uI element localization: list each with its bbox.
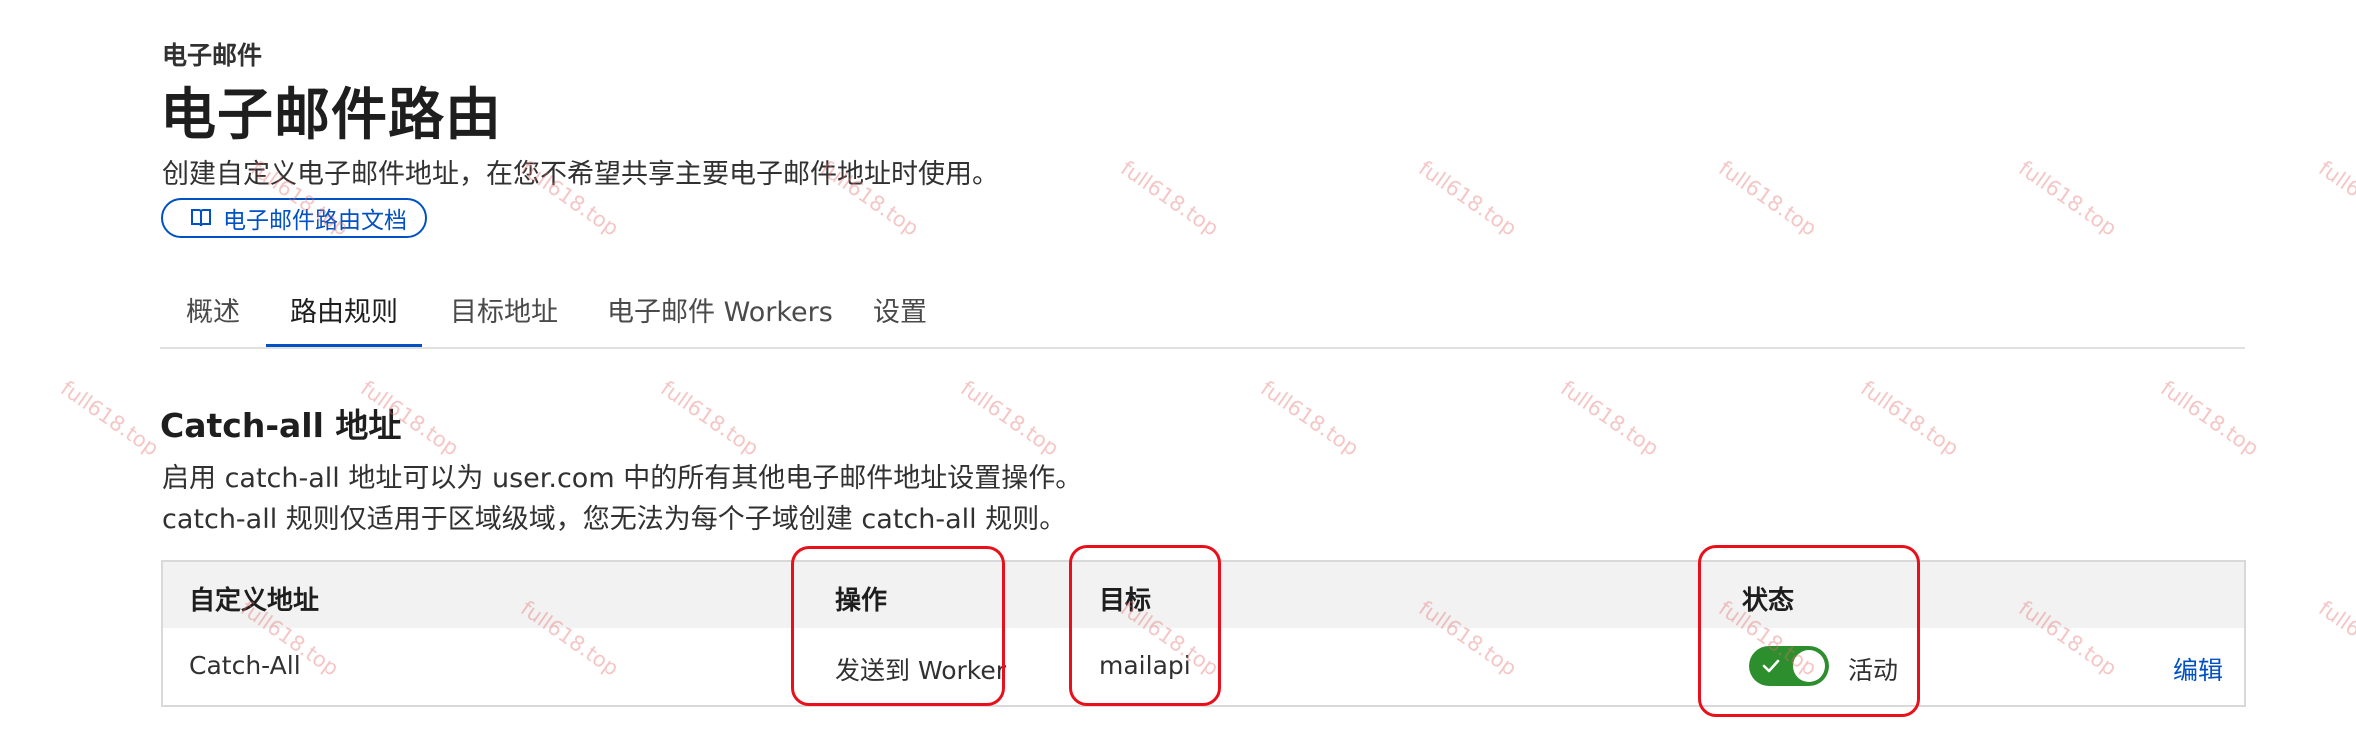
- destination-cell: mailapi: [1099, 651, 1191, 680]
- tab-bar: 概述 路由规则 目标地址 电子邮件 Workers 设置: [160, 270, 2245, 349]
- watermark: full618.top: [56, 376, 164, 461]
- watermark: full618.top: [1256, 376, 1364, 461]
- page-subtitle: 创建自定义电子邮件地址，在您不希望共享主要电子邮件地址时使用。: [162, 159, 999, 190]
- catch-all-table: 自定义地址 操作 目标 状态 Catch-All 发送到 Worker mail…: [161, 560, 2246, 707]
- table-header: 自定义地址 操作 目标 状态: [163, 562, 2244, 628]
- page-title: 电子邮件路由: [160, 83, 502, 148]
- edit-link[interactable]: 编辑: [2173, 651, 2223, 687]
- column-header-status: 状态: [1742, 586, 1795, 616]
- docs-link-button[interactable]: 电子邮件路由文档: [161, 198, 427, 238]
- tab-email-workers[interactable]: 电子邮件 Workers: [607, 290, 833, 347]
- column-header-destination: 目标: [1099, 586, 1152, 616]
- catch-all-description: 启用 catch-all 地址可以为 user.com 中的所有其他电子邮件地址…: [162, 463, 1083, 494]
- watermark: full618.top: [1856, 376, 1964, 461]
- watermark: full618.top: [1714, 156, 1822, 241]
- check-icon: [1762, 659, 1780, 673]
- tab-overview[interactable]: 概述: [186, 290, 240, 347]
- watermark: full618.top: [1556, 376, 1664, 461]
- tab-routing-rules[interactable]: 路由规则: [266, 290, 422, 347]
- status-label: 活动: [1848, 656, 1899, 685]
- watermark: full618.top: [2314, 156, 2356, 241]
- watermark: full618.top: [2314, 596, 2356, 681]
- column-header-custom-address: 自定义地址: [189, 586, 320, 616]
- watermark: full618.top: [2014, 156, 2122, 241]
- watermark: full618.top: [1116, 156, 1224, 241]
- catch-all-title: Catch-all 地址: [160, 406, 402, 445]
- watermark: full618.top: [956, 376, 1064, 461]
- watermark: full618.top: [1414, 156, 1522, 241]
- page-eyebrow: 电子邮件: [162, 41, 263, 70]
- catch-all-note: catch-all 规则仅适用于区域级域，您无法为每个子域创建 catch-al…: [162, 504, 1067, 535]
- watermark: full618.top: [656, 376, 764, 461]
- tab-settings[interactable]: 设置: [873, 290, 927, 347]
- docs-link-label: 电子邮件路由文档: [223, 208, 407, 234]
- toggle-knob: [1793, 650, 1825, 682]
- custom-address-cell: Catch-All: [189, 651, 301, 680]
- status-toggle[interactable]: [1749, 646, 1829, 686]
- tab-destination-addresses[interactable]: 目标地址: [450, 290, 558, 347]
- book-icon: [189, 206, 213, 230]
- action-cell: 发送到 Worker: [835, 656, 1007, 685]
- watermark: full618.top: [2156, 376, 2264, 461]
- column-header-action: 操作: [835, 586, 888, 616]
